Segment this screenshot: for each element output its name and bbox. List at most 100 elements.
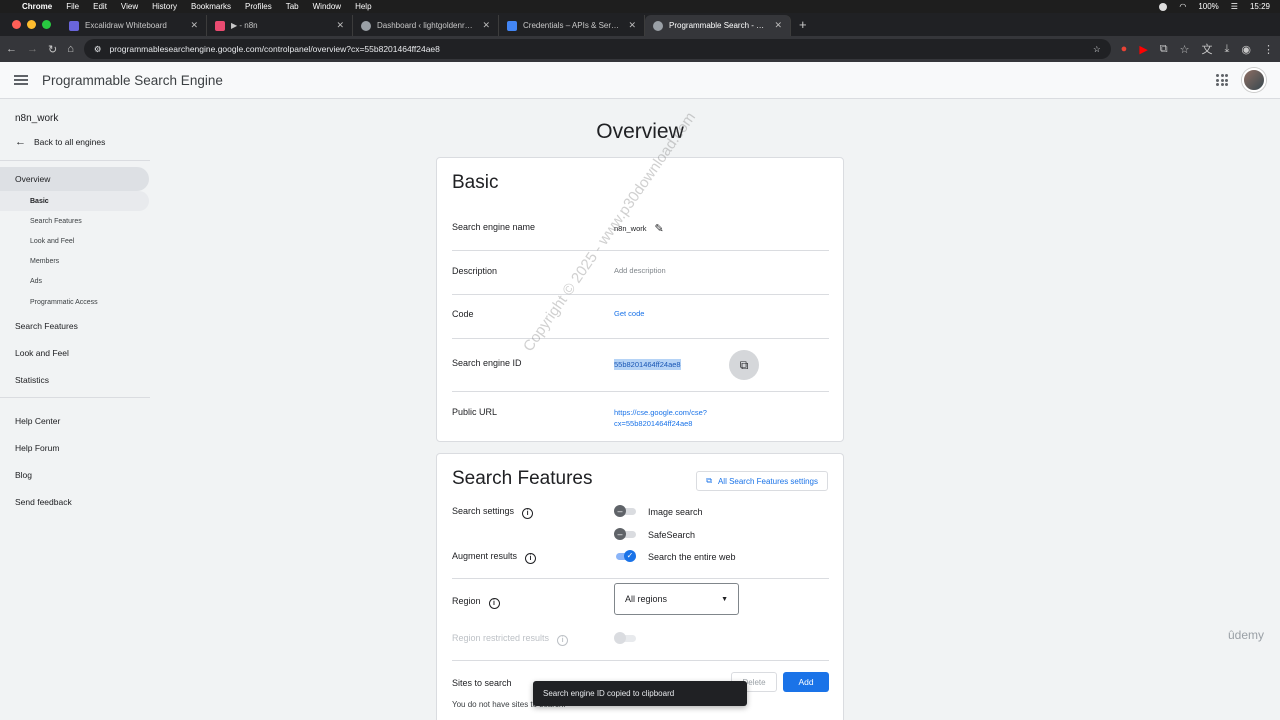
region-selected-value: All regions: [625, 594, 668, 604]
main-menu-icon[interactable]: [14, 75, 28, 85]
add-button[interactable]: Add: [783, 672, 829, 692]
search-features-card: Search Features ⧉ All Search Features se…: [436, 453, 844, 720]
bookmark-star-icon[interactable]: ☆: [1093, 44, 1101, 55]
extension-red-icon[interactable]: ●: [1121, 43, 1128, 55]
divider: [452, 294, 829, 295]
engine-id-value[interactable]: 55b8201464ff24ae8: [614, 359, 681, 370]
overview-subnav: Basic Search Features Look and Feel Memb…: [0, 191, 150, 312]
menu-window[interactable]: Window: [313, 2, 341, 11]
entire-web-toggle[interactable]: ✓: [614, 550, 636, 562]
new-tab-icon[interactable]: +: [791, 17, 815, 36]
sidebar: n8n_work ← Back to all engines Overview …: [0, 99, 150, 720]
extensions-puzzle-icon[interactable]: ⧉: [1160, 43, 1168, 56]
browser-tab[interactable]: Credentials – APIs & Services ✕: [499, 15, 645, 36]
app-header: Programmable Search Engine: [0, 62, 1280, 99]
menu-tab[interactable]: Tab: [286, 2, 299, 11]
google-favicon-icon: [653, 20, 663, 31]
excalidraw-favicon-icon: [69, 20, 79, 31]
region-restricted-label: Region restricted results: [452, 633, 550, 643]
close-tab-icon[interactable]: ✕: [628, 20, 636, 31]
forward-icon[interactable]: →: [27, 43, 38, 55]
all-search-features-button[interactable]: ⧉ All Search Features settings: [696, 471, 828, 491]
battery-level[interactable]: 100%: [1198, 2, 1218, 11]
close-tab-icon[interactable]: ✕: [336, 20, 344, 31]
augment-results-label: Augment results: [452, 551, 518, 561]
region-restricted-toggle: [614, 632, 636, 644]
browser-tab[interactable]: ▶ - n8n ✕: [207, 15, 353, 36]
copy-icon[interactable]: ⧉: [729, 350, 759, 380]
all-settings-label: All Search Features settings: [717, 476, 818, 486]
region-label-wrap: Region i: [452, 596, 500, 609]
edit-pencil-icon[interactable]: ✎: [655, 222, 664, 235]
record-icon[interactable]: [1159, 2, 1168, 11]
sidebar-item-help-forum[interactable]: Help Forum: [0, 434, 150, 461]
divider: [452, 578, 829, 579]
back-link-label: Back to all engines: [34, 137, 106, 147]
safesearch-toggle[interactable]: –: [614, 528, 636, 540]
address-bar[interactable]: ⚙ programmablesearchengine.google.com/co…: [83, 39, 1111, 59]
menu-help[interactable]: Help: [355, 2, 371, 11]
menu-edit[interactable]: Edit: [93, 2, 107, 11]
info-icon[interactable]: i: [525, 553, 537, 564]
menu-history[interactable]: History: [152, 2, 177, 11]
search-settings-label-wrap: Search settings i: [452, 506, 534, 519]
home-icon[interactable]: ⌂: [67, 43, 74, 55]
back-icon[interactable]: ←: [6, 43, 17, 55]
close-window-button[interactable]: [12, 20, 21, 29]
close-tab-icon[interactable]: ✕: [774, 20, 782, 31]
info-icon[interactable]: i: [488, 598, 500, 609]
google-apps-icon[interactable]: [1216, 74, 1228, 86]
add-description-link[interactable]: Add description: [614, 266, 666, 275]
sidebar-item-help-center[interactable]: Help Center: [0, 407, 150, 434]
region-select[interactable]: All regions ▼: [614, 583, 739, 615]
download-icon[interactable]: ⤓: [1225, 43, 1230, 56]
sidebar-item-overview[interactable]: Overview: [0, 167, 149, 191]
wifi-icon[interactable]: ◠: [1179, 2, 1186, 11]
tab-title: Credentials – APIs & Services: [523, 21, 623, 30]
back-to-engines-link[interactable]: ← Back to all engines: [0, 124, 150, 148]
more-menu-icon[interactable]: ⋮: [1263, 43, 1274, 56]
tab-title: Excalidraw Whiteboard: [85, 21, 167, 30]
sidebar-item-blog[interactable]: Blog: [0, 461, 150, 488]
control-center-icon[interactable]: ☰: [1231, 2, 1238, 11]
public-url-link[interactable]: https://cse.google.com/cse? cx=55b820146…: [614, 407, 707, 429]
sidebar-item-search-features[interactable]: Search Features: [0, 312, 150, 339]
translate-icon[interactable]: 文: [1202, 41, 1213, 57]
reload-icon[interactable]: ↻: [48, 43, 57, 56]
menu-view[interactable]: View: [121, 2, 138, 11]
subnav-look-and-feel[interactable]: Look and Feel: [0, 231, 150, 251]
menu-bookmarks[interactable]: Bookmarks: [191, 2, 231, 11]
engine-name-value: n8n_work: [614, 224, 647, 233]
site-info-icon[interactable]: ⚙: [94, 44, 102, 55]
youtube-extension-icon[interactable]: ▶: [1139, 43, 1147, 56]
zoom-window-button[interactable]: [42, 20, 51, 29]
browser-tab-active[interactable]: Programmable Search - Overv ✕: [645, 15, 791, 36]
subnav-basic[interactable]: Basic: [0, 191, 149, 212]
engine-name-label: Search engine name: [452, 222, 536, 232]
profile-icon[interactable]: ◉: [1241, 43, 1251, 56]
get-code-link[interactable]: Get code: [614, 309, 644, 318]
browser-tab[interactable]: Dashboard ‹ lightgoldenrodye ✕: [353, 15, 499, 36]
subnav-search-features[interactable]: Search Features: [0, 211, 150, 231]
avatar[interactable]: [1242, 68, 1266, 92]
search-settings-label: Search settings: [452, 506, 515, 516]
subnav-ads[interactable]: Ads: [0, 272, 150, 292]
divider: [452, 338, 829, 339]
image-search-toggle[interactable]: –: [614, 505, 636, 517]
url-text[interactable]: programmablesearchengine.google.com/cont…: [110, 44, 1086, 54]
menu-file[interactable]: File: [66, 2, 79, 11]
clock[interactable]: 15:29: [1250, 2, 1270, 11]
sidebar-item-statistics[interactable]: Statistics: [0, 366, 150, 393]
sidebar-item-look-and-feel[interactable]: Look and Feel: [0, 339, 150, 366]
menu-app[interactable]: Chrome: [22, 2, 52, 11]
menu-profiles[interactable]: Profiles: [245, 2, 272, 11]
close-tab-icon[interactable]: ✕: [482, 20, 490, 31]
browser-tab[interactable]: Excalidraw Whiteboard ✕: [61, 15, 207, 36]
subnav-members[interactable]: Members: [0, 252, 150, 272]
subnav-programmatic-access[interactable]: Programmatic Access: [0, 292, 150, 312]
bookmarks-icon[interactable]: ☆: [1180, 43, 1190, 56]
close-tab-icon[interactable]: ✕: [190, 20, 198, 31]
minimize-window-button[interactable]: [27, 20, 36, 29]
sidebar-item-send-feedback[interactable]: Send feedback: [0, 488, 150, 515]
info-icon[interactable]: i: [522, 508, 534, 519]
